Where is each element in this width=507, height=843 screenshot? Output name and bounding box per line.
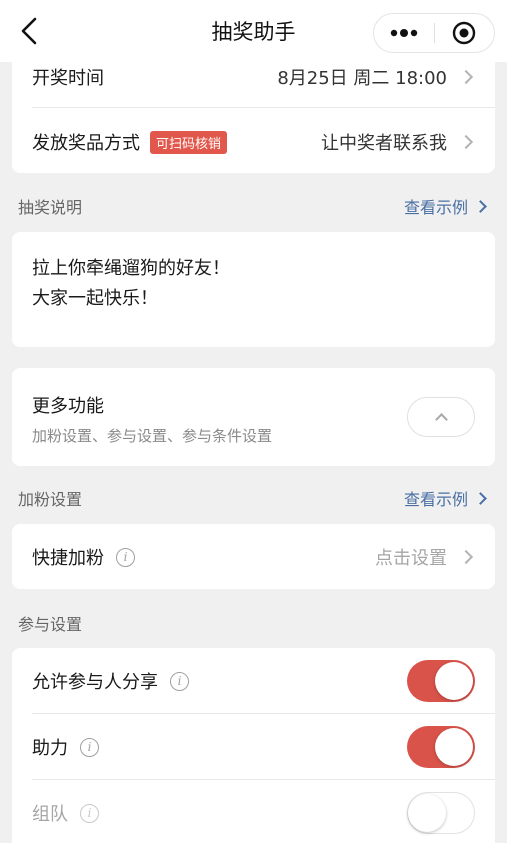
more-icon[interactable] — [374, 14, 434, 52]
assist-label: 助力 — [32, 738, 68, 759]
lottery-desc-header: 抽奖说明 查看示例 — [18, 194, 489, 218]
prize-method-label: 发放奖品方式 — [32, 133, 140, 154]
prize-method-value: 让中奖者联系我 — [321, 133, 447, 154]
desc-line-2: 大家一起快乐！ — [32, 288, 158, 309]
quick-add-row[interactable]: 快捷加粉 i 点击设置 — [12, 541, 495, 573]
fan-settings-header: 加粉设置 查看示例 — [18, 486, 489, 510]
collapse-button[interactable] — [407, 397, 475, 437]
more-features-card: 更多功能 加粉设置、参与设置、参与条件设置 — [12, 368, 495, 466]
divider — [32, 107, 495, 108]
assist-row: 助力 i — [12, 725, 495, 769]
info-icon[interactable]: i — [80, 737, 99, 757]
quick-add-value: 点击设置 — [375, 548, 447, 569]
draw-info-card: 开奖时间 8月25日 周二 18:00 发放奖品方式 可扫码核销 让中奖者联系我 — [12, 44, 495, 173]
view-example-label: 查看示例 — [403, 490, 468, 509]
assist-toggle[interactable] — [407, 726, 475, 768]
team-row: 组队 i — [12, 791, 495, 835]
quick-add-label: 快捷加粉 — [32, 548, 104, 569]
chevron-up-icon — [434, 413, 448, 426]
desc-line-1: 拉上你牵绳遛狗的好友！ — [32, 258, 230, 279]
open-time-value: 8月25日 周二 18:00 — [277, 68, 447, 89]
close-target-icon[interactable] — [434, 14, 494, 52]
allow-share-row: 允许参与人分享 i — [12, 659, 495, 703]
divider — [32, 779, 495, 780]
chevron-right-icon — [458, 134, 474, 150]
navigation-bar: 抽奖助手 — [0, 0, 507, 62]
toggle-knob — [435, 662, 473, 700]
toggle-knob — [435, 728, 473, 766]
participation-header: 参与设置 — [18, 611, 489, 635]
prize-method-row[interactable]: 发放奖品方式 可扫码核销 让中奖者联系我 — [12, 127, 495, 157]
info-icon[interactable]: i — [116, 547, 135, 567]
more-features-title: 更多功能 — [32, 396, 104, 417]
scan-verify-badge: 可扫码核销 — [150, 130, 228, 154]
fan-settings-card: 快捷加粉 i 点击设置 — [12, 524, 495, 589]
lottery-desc-text: 拉上你牵绳遛狗的好友！ 大家一起快乐！ — [32, 254, 230, 314]
chevron-right-icon — [474, 491, 487, 505]
open-time-row[interactable]: 开奖时间 8月25日 周二 18:00 — [12, 62, 495, 92]
chevron-right-icon — [474, 199, 487, 213]
section-title: 加粉设置 — [18, 490, 83, 509]
open-time-label: 开奖时间 — [32, 68, 104, 89]
info-icon[interactable]: i — [170, 671, 189, 691]
team-label: 组队 — [32, 804, 68, 825]
team-toggle[interactable] — [407, 792, 475, 834]
toggle-knob — [408, 794, 446, 832]
chevron-right-icon — [458, 549, 474, 565]
mini-program-capsule — [373, 13, 495, 53]
view-example-link[interactable]: 查看示例 — [404, 194, 489, 218]
participation-card: 允许参与人分享 i 助力 i 组队 i — [12, 648, 495, 843]
chevron-right-icon — [458, 69, 474, 85]
info-icon[interactable]: i — [80, 803, 99, 823]
more-features-subtitle: 加粉设置、参与设置、参与条件设置 — [32, 427, 273, 445]
view-example-link[interactable]: 查看示例 — [404, 486, 489, 510]
allow-share-toggle[interactable] — [407, 660, 475, 702]
section-title: 抽奖说明 — [18, 198, 83, 217]
divider — [32, 713, 495, 714]
section-title: 参与设置 — [18, 615, 83, 634]
view-example-label: 查看示例 — [403, 198, 468, 217]
lottery-desc-card[interactable]: 拉上你牵绳遛狗的好友！ 大家一起快乐！ — [12, 232, 495, 347]
allow-share-label: 允许参与人分享 — [32, 672, 158, 693]
